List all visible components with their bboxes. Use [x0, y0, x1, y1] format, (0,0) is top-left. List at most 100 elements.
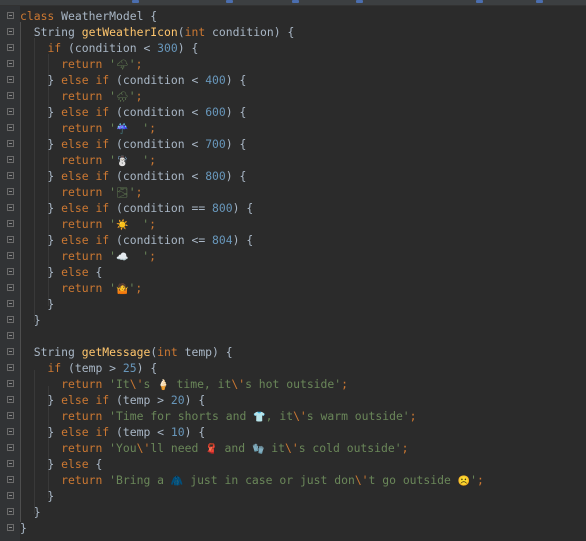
fold-marker-icon[interactable]: [7, 92, 14, 99]
code-line[interactable]: } else if (condition < 700) {: [0, 136, 586, 152]
code-line[interactable]: String getMessage(int temp) {: [0, 344, 586, 360]
code-token: (condition <: [116, 73, 206, 87]
code-token: 700: [205, 137, 226, 151]
code-editor[interactable]: class WeatherModel { String getWeatherIc…: [0, 6, 586, 541]
code-line[interactable]: return 'It\'s 🍦 time, it\'s hot outside'…: [0, 376, 586, 392]
code-text: } else {: [20, 264, 102, 280]
code-token: , it: [265, 409, 294, 423]
code-token: 20: [170, 393, 185, 407]
tab-marker: [536, 0, 543, 3]
fold-marker-icon[interactable]: [7, 380, 14, 387]
code-line[interactable]: String getWeatherIcon(int condition) {: [0, 24, 586, 40]
code-token: ': [128, 217, 150, 231]
fold-marker-icon[interactable]: [7, 44, 14, 51]
code-line[interactable]: } else if (temp < 10) {: [0, 424, 586, 440]
code-line[interactable]: } else {: [0, 264, 586, 280]
code-line[interactable]: } else if (condition <= 804) {: [0, 232, 586, 248]
code-line[interactable]: return 'You\'ll need 🧣 and 🧤 it\'s cold …: [0, 440, 586, 456]
fold-marker-icon[interactable]: [7, 124, 14, 131]
fold-marker-icon[interactable]: [7, 508, 14, 515]
code-token: ) {: [225, 169, 247, 183]
code-text: if (temp > 25) {: [20, 360, 157, 376]
code-token: 600: [205, 105, 226, 119]
code-token: else if: [61, 233, 117, 247]
fold-marker-icon[interactable]: [7, 188, 14, 195]
fold-marker-icon[interactable]: [7, 284, 14, 291]
code-token: }: [20, 233, 62, 247]
fold-marker-icon[interactable]: [7, 364, 14, 371]
fold-marker-icon[interactable]: [7, 172, 14, 179]
fold-marker-icon[interactable]: [7, 460, 14, 467]
code-text: } else if (temp > 20) {: [20, 392, 205, 408]
code-token: ': [109, 57, 117, 71]
fold-marker-icon[interactable]: [7, 524, 14, 531]
code-line[interactable]: return '🌩';: [0, 56, 586, 72]
emoji-glyph: 🍦: [157, 380, 170, 391]
code-line[interactable]: }: [0, 312, 586, 328]
code-token: return: [61, 473, 110, 487]
fold-marker-icon[interactable]: [7, 348, 14, 355]
fold-marker-icon[interactable]: [7, 220, 14, 227]
tab-marker: [132, 0, 139, 3]
emoji-glyph: 🌩: [116, 60, 129, 71]
code-line[interactable]: } else if (condition < 800) {: [0, 168, 586, 184]
code-token: ': [128, 121, 150, 135]
code-line[interactable]: }: [0, 296, 586, 312]
code-line[interactable]: return '☀️ ';: [0, 216, 586, 232]
code-text: }: [20, 312, 41, 328]
code-token: {: [95, 457, 103, 471]
emoji-glyph: ☁️: [116, 252, 129, 263]
code-line[interactable]: return 'Time for shorts and 👕, it\'s war…: [0, 408, 586, 424]
fold-marker-icon[interactable]: [7, 316, 14, 323]
code-token: ': [128, 249, 150, 263]
code-token: String: [20, 25, 82, 39]
fold-marker-icon[interactable]: [7, 108, 14, 115]
code-line[interactable]: } else if (temp > 20) {: [0, 392, 586, 408]
code-token: ': [109, 153, 117, 167]
fold-marker-icon[interactable]: [7, 140, 14, 147]
emoji-glyph: ☹️: [457, 476, 471, 487]
fold-marker-icon[interactable]: [7, 252, 14, 259]
fold-marker-icon[interactable]: [7, 204, 14, 211]
emoji-glyph: 🌫: [116, 188, 129, 199]
code-line[interactable]: return '🌧';: [0, 88, 586, 104]
code-line[interactable]: return 'Bring a 🧥 just in case or just d…: [0, 472, 586, 488]
code-token: ) {: [225, 137, 247, 151]
fold-marker-icon[interactable]: [7, 428, 14, 435]
code-line[interactable]: return '☔️ ';: [0, 120, 586, 136]
code-line[interactable]: } else if (condition < 600) {: [0, 104, 586, 120]
code-line[interactable]: } else {: [0, 456, 586, 472]
fold-marker-icon[interactable]: [7, 236, 14, 243]
fold-marker-icon[interactable]: [7, 300, 14, 307]
fold-marker-icon[interactable]: [7, 156, 14, 163]
code-line[interactable]: return '☃️ ';: [0, 152, 586, 168]
fold-marker-icon[interactable]: [7, 492, 14, 499]
code-text: } else if (condition < 400) {: [20, 72, 246, 88]
fold-marker-icon[interactable]: [7, 476, 14, 483]
fold-marker-icon[interactable]: [7, 396, 14, 403]
fold-marker-icon[interactable]: [7, 268, 14, 275]
code-line[interactable]: if (condition < 300) {: [0, 40, 586, 56]
code-line[interactable]: [0, 328, 586, 344]
code-line[interactable]: }: [0, 488, 586, 504]
fold-marker-icon[interactable]: [7, 444, 14, 451]
fold-marker-icon[interactable]: [7, 28, 14, 35]
fold-marker-icon[interactable]: [7, 76, 14, 83]
fold-marker-icon[interactable]: [7, 332, 14, 339]
code-line[interactable]: } else if (condition < 400) {: [0, 72, 586, 88]
code-token: ': [128, 185, 136, 199]
fold-marker-icon[interactable]: [7, 60, 14, 67]
code-line[interactable]: class WeatherModel {: [0, 8, 586, 24]
code-line[interactable]: if (temp > 25) {: [0, 360, 586, 376]
code-line[interactable]: return '☁️ ';: [0, 248, 586, 264]
fold-marker-icon[interactable]: [7, 12, 14, 19]
code-token: else if: [61, 73, 117, 87]
code-token: ;: [149, 121, 156, 135]
code-line[interactable]: } else if (condition == 800) {: [0, 200, 586, 216]
code-line[interactable]: }: [0, 520, 586, 536]
fold-marker-icon[interactable]: [7, 412, 14, 419]
code-line[interactable]: return '🤷‍';: [0, 280, 586, 296]
code-line[interactable]: }: [0, 504, 586, 520]
code-line[interactable]: return '🌫';: [0, 184, 586, 200]
tab-marker: [292, 0, 299, 3]
